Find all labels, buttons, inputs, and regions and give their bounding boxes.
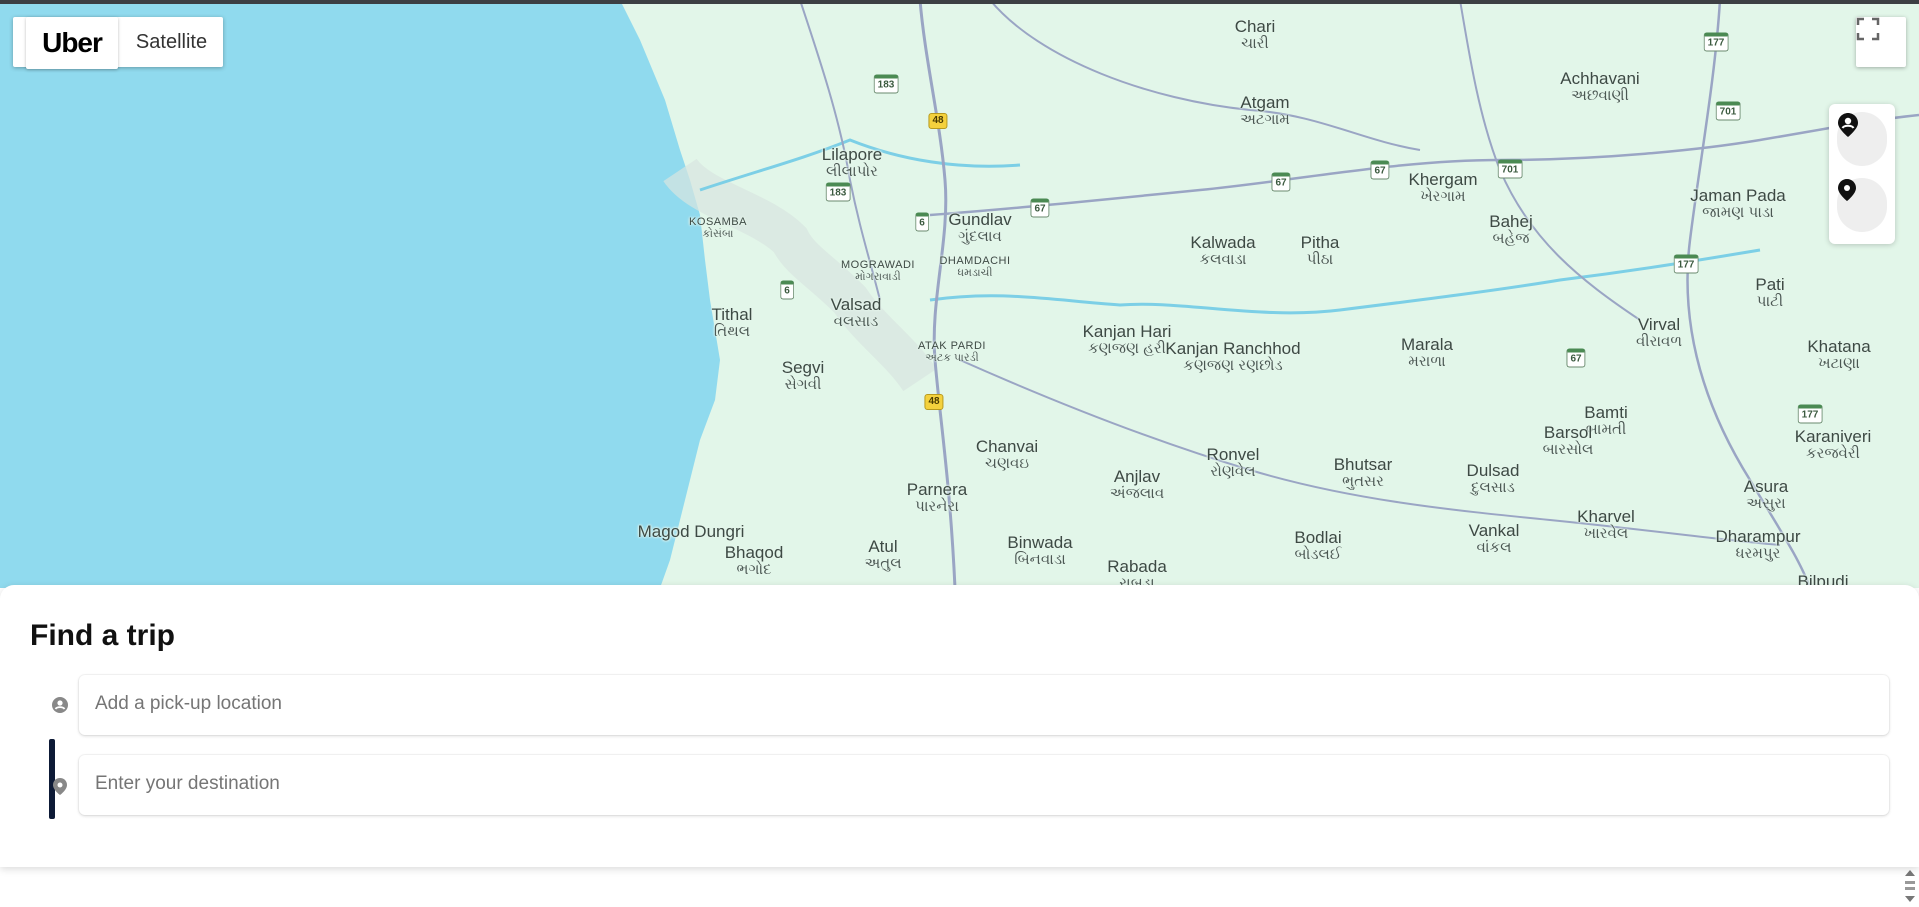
place-label: Khergam ખેરગામ [1408,170,1478,205]
destination-pin-icon [1838,179,1856,201]
find-trip-panel: Find a trip [0,585,1919,867]
highway-shield: 701 [1497,159,1523,179]
highway-shield: 177 [1797,404,1823,424]
pickup-pin-icon [52,697,68,713]
place-label: Vankal વાંકલ [1468,521,1520,556]
place-label: Tithal તિથલ [711,305,753,340]
highway-shield: 177 [1673,254,1699,274]
location-controls [1829,104,1895,244]
place-label: MOGRAWADI મોગરાવાડી [841,259,915,283]
place-label: Khatana ખટાણા [1807,337,1871,372]
fullscreen-icon [1856,17,1880,41]
place-label: Parnera પારનેરા [906,480,968,515]
place-label: Lilapore લીલાપોર [821,145,883,180]
highway-shield: 177 [1703,32,1729,52]
destination-field[interactable] [79,755,1891,815]
scroll-handle-icon[interactable] [1903,868,1917,904]
map-type-control: Uber Satellite [13,17,223,69]
place-label: Bhutsar ભુતસર [1333,455,1393,490]
place-label: Kanjan Hari કણજણ હરી [1082,322,1172,357]
highway-shield: 67 [1271,172,1291,192]
place-label: Dharampur ધરમપુર [1715,527,1801,562]
place-label: Segvi સેગવી [781,358,825,393]
pickup-pin-icon [1838,113,1858,137]
place-label: Atul અતુલ [864,537,902,572]
place-label: Atgam અટગામ [1240,93,1290,128]
place-label: Ronvel રોણવેલ [1206,445,1260,480]
uber-logo[interactable]: Uber [26,17,118,69]
place-label: Pati પાટી [1755,275,1785,310]
highway-shield: 183 [825,182,851,202]
destination-pin-icon [53,778,67,795]
place-label: Karaniveri કરજવેરી [1794,427,1872,462]
map[interactable]: Chari ચારી Atgam અટગામ Achhavani અછવાણી Lil… [0,0,1919,588]
map-sea [0,0,720,588]
pickup-input[interactable] [79,675,1891,733]
place-label: Chari ચારી [1234,17,1276,52]
window-top-border [0,0,1919,4]
highway-shield: 183 [873,74,899,94]
place-label: Virval વીરાવળ [1635,315,1683,350]
pickup-location-button[interactable] [1837,112,1887,166]
place-label: Kanjan Ranchhod કણજણ રણછોડ [1165,339,1301,374]
pickup-field[interactable] [79,675,1891,735]
place-label: Pitha પીઠા [1300,233,1340,268]
highway-shield: 6 [780,280,794,300]
place-label: Barsol બારસોલ [1542,423,1594,458]
place-label: Gundlav ગુંદલાવ [948,210,1012,245]
destination-location-button[interactable] [1837,178,1887,232]
highway-shield: 67 [1566,348,1586,368]
place-label: DHAMDACHI ધમડાચી [939,255,1011,279]
place-label: Binwada બિનવાડા [1007,533,1073,568]
place-label: KOSAMBA કોસંબા [689,216,747,240]
highway-shield: 701 [1715,101,1741,121]
place-label: Valsad વલસાડ [830,295,882,330]
fullscreen-button[interactable] [1856,17,1906,67]
place-label: Magod Dungri [637,522,745,541]
place-label: Achhavani અછવાણી [1560,69,1640,104]
place-label: Kharvel ખારવેલ [1577,507,1635,542]
place-label: Kalwada કલવાડા [1190,233,1256,268]
place-label: Bodlai બોડલઈ [1294,528,1342,563]
place-label: Bahej બહેજ [1489,212,1533,247]
highway-shield: 6 [915,212,929,232]
place-label: Rabada રાબડા [1107,557,1167,588]
destination-input[interactable] [79,755,1891,813]
place-label: Dulsad દુલસાડ [1466,461,1520,496]
highway-shield: 48 [928,113,948,129]
highway-shield: 48 [924,394,944,410]
place-label: ATAK PARDI અટક પારડી [918,340,986,364]
highway-shield: 67 [1370,160,1390,180]
place-label: Asura અસુરા [1743,477,1789,512]
panel-title: Find a trip [30,619,175,652]
place-label: Jaman Pada જામણ પાડા [1690,186,1786,221]
place-label: Bhaqod ભગોદ [724,543,784,578]
place-label: Marala મરાળા [1401,335,1453,370]
place-label: Chanvai ચણવઇ [975,437,1039,472]
highway-shield: 67 [1030,198,1050,218]
place-label: Anjlav અંજલાવ [1109,467,1165,502]
satellite-button[interactable]: Satellite [120,17,223,67]
